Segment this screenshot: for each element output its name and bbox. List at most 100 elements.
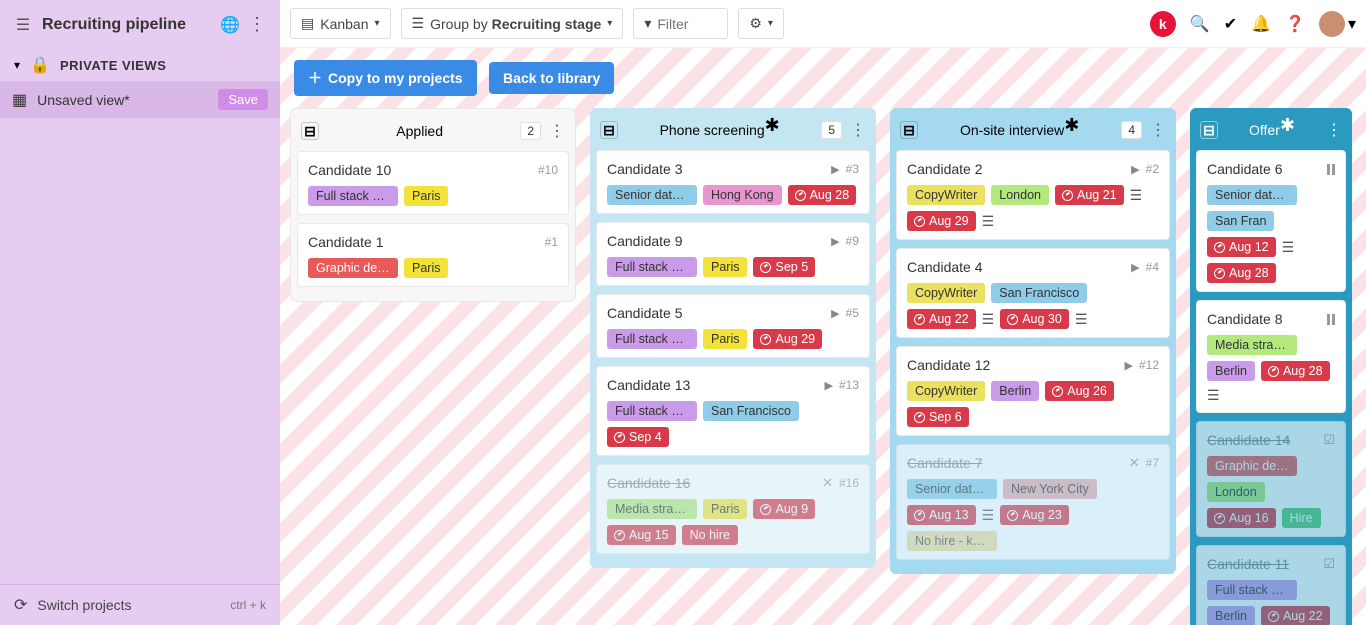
column-count: 5 bbox=[821, 121, 842, 139]
clock-icon bbox=[914, 314, 925, 325]
tag: Berlin bbox=[1207, 361, 1255, 381]
tag: Full stack de... bbox=[1207, 580, 1297, 600]
play-icon[interactable]: ▶ bbox=[831, 235, 839, 248]
toolbar: ▤ Kanban ▾ ☰ Group by Recruiting stage ▾… bbox=[280, 0, 1366, 48]
card[interactable]: Candidate 7✕#7Senior data s...New York C… bbox=[896, 444, 1170, 560]
card[interactable]: Candidate 10#10Full stack de...Paris bbox=[297, 151, 569, 215]
settings-toggle[interactable]: ⚙ ▾ bbox=[738, 8, 784, 39]
view-kanban-selector[interactable]: ▤ Kanban ▾ bbox=[290, 8, 391, 39]
caret-down-icon: ▾ bbox=[375, 18, 380, 29]
card[interactable]: Candidate 4▶#4CopyWriterSan FranciscoAug… bbox=[896, 248, 1170, 338]
date-tag: Aug 26 bbox=[1045, 381, 1114, 401]
column-offer: ⊟Offer✱⋮Candidate 6Senior data s...San F… bbox=[1190, 108, 1352, 625]
collapse-icon[interactable]: ⊟ bbox=[900, 121, 918, 139]
play-icon[interactable]: ▶ bbox=[831, 307, 839, 320]
card-id: #12 bbox=[1139, 358, 1159, 372]
toolbar-right: k 🔍 ✔ 🔔 ❓ ▾ bbox=[1150, 11, 1356, 37]
card[interactable]: Candidate 8Media strate...BerlinAug 28☰ bbox=[1196, 300, 1346, 413]
card-id: #10 bbox=[538, 163, 558, 177]
play-icon[interactable]: ▶ bbox=[1131, 261, 1139, 274]
menu-icon[interactable]: ☰ bbox=[14, 15, 32, 35]
pause-icon[interactable] bbox=[1327, 164, 1335, 175]
filter-control[interactable]: ▾ bbox=[633, 8, 728, 39]
card-title: Candidate 10 bbox=[308, 162, 532, 178]
card-title: Candidate 6 bbox=[1207, 161, 1321, 177]
play-icon[interactable]: ▶ bbox=[1131, 163, 1139, 176]
card[interactable]: Candidate 5▶#5Full stack de...ParisAug 2… bbox=[596, 294, 870, 358]
column-header: ⊟Offer✱⋮ bbox=[1196, 114, 1346, 150]
kanban-board[interactable]: ⊟Applied2⋮Candidate 10#10Full stack de..… bbox=[280, 108, 1366, 625]
check-icon: ☑ bbox=[1323, 556, 1335, 572]
card[interactable]: Candidate 11☑Full stack de...BerlinAug 2… bbox=[1196, 545, 1346, 625]
copy-to-my-projects-button[interactable]: ＋ Copy to my projects bbox=[294, 60, 477, 96]
clock-icon bbox=[1052, 386, 1063, 397]
tag: Paris bbox=[703, 329, 747, 349]
card[interactable]: Candidate 2▶#2CopyWriterLondonAug 21☰Aug… bbox=[896, 150, 1170, 240]
tag-row: Senior data s...Hong KongAug 28 bbox=[607, 185, 859, 205]
tag: London bbox=[991, 185, 1049, 205]
date-tag: Aug 29 bbox=[907, 211, 976, 231]
card[interactable]: Candidate 1#1Graphic desi...Paris bbox=[297, 223, 569, 287]
collapse-icon[interactable]: ⊟ bbox=[301, 122, 319, 140]
play-icon[interactable]: ▶ bbox=[825, 379, 833, 392]
sidebar: ☰ Recruiting pipeline 🌐 ⋮ ▾ 🔒 PRIVATE VI… bbox=[0, 0, 280, 625]
close-icon[interactable]: ✕ bbox=[822, 475, 833, 491]
date-tag: Aug 23 bbox=[1000, 505, 1069, 525]
project-title: Recruiting pipeline bbox=[42, 16, 210, 34]
shortcut-label: ctrl + k bbox=[230, 598, 266, 612]
card-title: Candidate 3 bbox=[607, 161, 825, 177]
card[interactable]: Candidate 12▶#12CopyWriterBerlinAug 26Se… bbox=[896, 346, 1170, 436]
close-icon[interactable]: ✕ bbox=[1129, 455, 1140, 471]
pause-icon[interactable] bbox=[1327, 314, 1335, 325]
tag: Graphic desi... bbox=[308, 258, 398, 278]
column-menu[interactable]: ⋮ bbox=[549, 121, 565, 141]
sidebar-overflow-menu[interactable]: ⋮ bbox=[248, 14, 266, 35]
list-icon: ☰ bbox=[412, 15, 425, 32]
date-tag: Sep 6 bbox=[907, 407, 969, 427]
user-menu[interactable]: ▾ bbox=[1319, 11, 1356, 37]
collapse-icon[interactable]: ⊟ bbox=[600, 121, 618, 139]
description-icon: ☰ bbox=[982, 507, 995, 524]
save-button[interactable]: Save bbox=[218, 89, 268, 110]
chevron-down-icon: ▾ bbox=[14, 58, 20, 72]
filter-icon: ▾ bbox=[644, 15, 651, 32]
filter-input[interactable] bbox=[657, 16, 717, 32]
date-tag: Aug 28 bbox=[1261, 361, 1330, 381]
caret-down-icon: ▾ bbox=[607, 18, 612, 29]
card-title: Candidate 5 bbox=[607, 305, 825, 321]
date-tag: Aug 21 bbox=[1055, 185, 1124, 205]
tag: Paris bbox=[703, 257, 747, 277]
collapse-icon[interactable]: ⊟ bbox=[1200, 121, 1218, 139]
card-id: #13 bbox=[839, 378, 859, 392]
clock-icon bbox=[614, 530, 625, 541]
card-id: #4 bbox=[1146, 260, 1159, 274]
sidebar-footer[interactable]: ⟳ Switch projects ctrl + k bbox=[0, 584, 280, 625]
help-icon[interactable]: ❓ bbox=[1285, 14, 1305, 34]
card[interactable]: Candidate 16✕#16Media strate...ParisAug … bbox=[596, 464, 870, 554]
clock-icon bbox=[760, 334, 771, 345]
play-icon[interactable]: ▶ bbox=[831, 163, 839, 176]
card[interactable]: Candidate 14☑Graphic desi...LondonAug 16… bbox=[1196, 421, 1346, 537]
bell-icon[interactable]: 🔔 bbox=[1251, 14, 1271, 34]
column-menu[interactable]: ⋮ bbox=[1326, 120, 1342, 140]
search-icon[interactable]: 🔍 bbox=[1190, 14, 1210, 34]
card[interactable]: Candidate 3▶#3Senior data s...Hong KongA… bbox=[596, 150, 870, 214]
clock-icon bbox=[760, 262, 771, 273]
play-icon[interactable]: ▶ bbox=[1125, 359, 1133, 372]
description-icon: ☰ bbox=[1282, 239, 1295, 256]
checkbox-icon[interactable]: ✔ bbox=[1224, 14, 1237, 34]
group-by-selector[interactable]: ☰ Group by Recruiting stage ▾ bbox=[401, 8, 624, 39]
back-to-library-button[interactable]: Back to library bbox=[489, 62, 614, 94]
card[interactable]: Candidate 9▶#9Full stack de...ParisSep 5 bbox=[596, 222, 870, 286]
private-views-section[interactable]: ▾ 🔒 PRIVATE VIEWS bbox=[0, 49, 280, 81]
globe-icon[interactable]: 🌐 bbox=[220, 15, 238, 35]
column-menu[interactable]: ⋮ bbox=[1150, 120, 1166, 140]
card[interactable]: Candidate 6Senior data s...San FranAug 1… bbox=[1196, 150, 1346, 292]
brand-badge[interactable]: k bbox=[1150, 11, 1176, 37]
card[interactable]: Candidate 13▶#13Full stack de...San Fran… bbox=[596, 366, 870, 456]
column-menu[interactable]: ⋮ bbox=[850, 120, 866, 140]
view-row-unsaved[interactable]: ▦ Unsaved view* Save bbox=[0, 81, 280, 118]
view-name: Unsaved view* bbox=[37, 92, 208, 108]
date-tag: Aug 22 bbox=[1261, 606, 1330, 625]
card-id: #2 bbox=[1146, 162, 1159, 176]
